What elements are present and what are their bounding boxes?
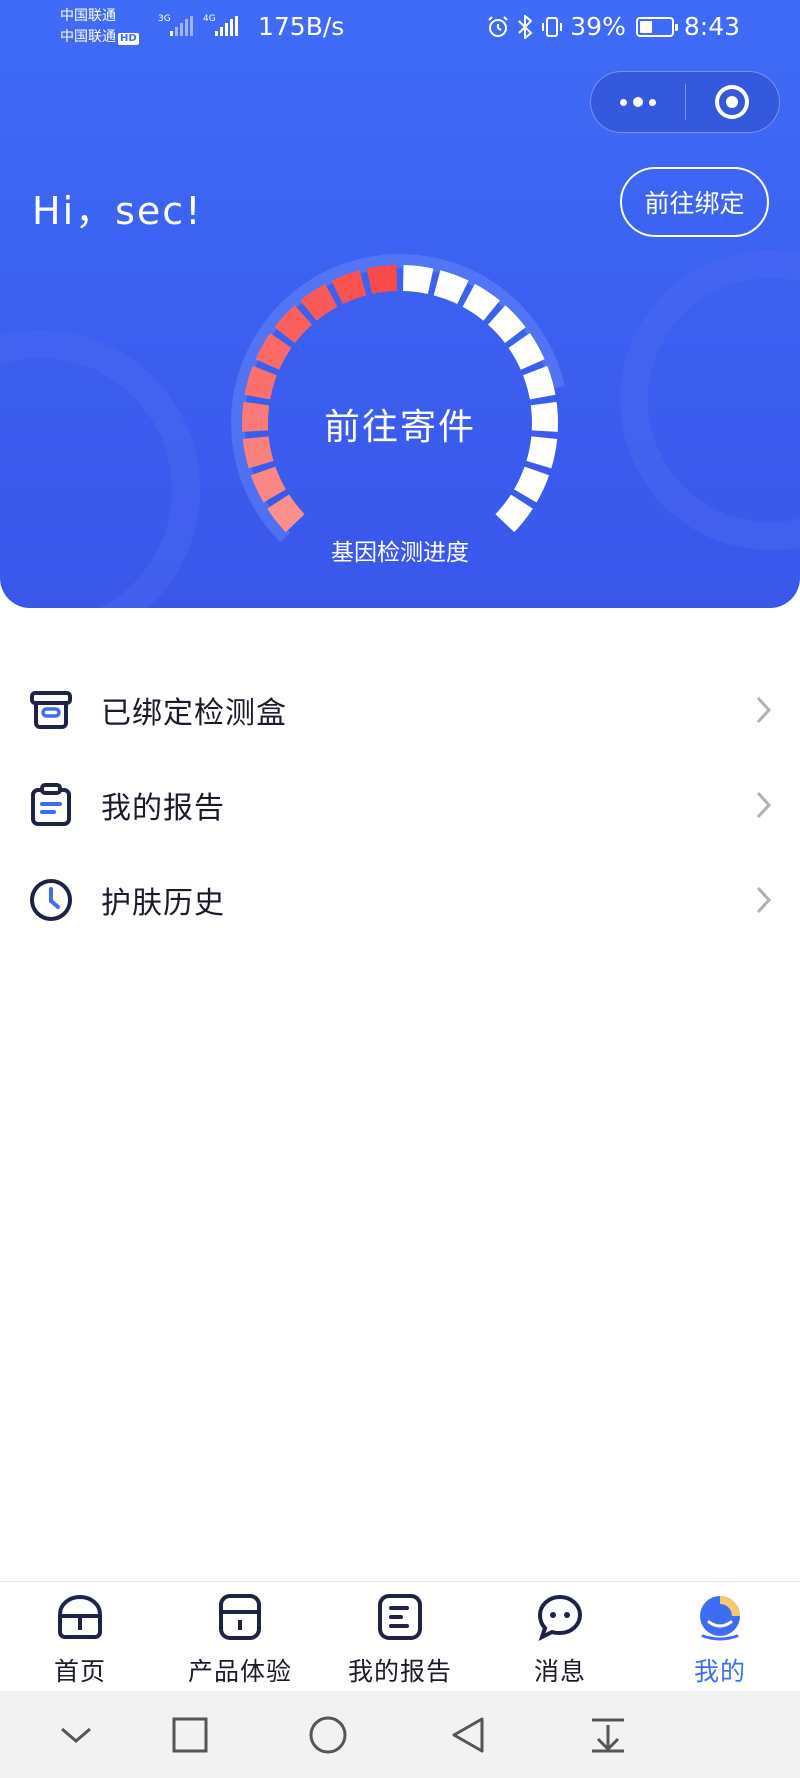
chevron-right-icon: [756, 696, 772, 724]
menu-item-my-report[interactable]: 我的报告: [0, 760, 800, 850]
home-icon: [58, 1595, 102, 1639]
product-icon: [219, 1594, 261, 1640]
tab-label: 消息: [533, 1657, 586, 1686]
menu-item-label: 已绑定检测盒: [101, 696, 287, 731]
report-icon: [378, 1594, 422, 1640]
gauge-segment-filled: [366, 265, 398, 294]
menu-item-skincare-history[interactable]: 护肤历史: [0, 855, 800, 945]
pull-down-icon[interactable]: [588, 1715, 628, 1755]
app-page: 中国联通 中国联通 HD 3G 4G 175B/s 39% 8:43 Hi，se…: [0, 0, 800, 1778]
header-banner: 中国联通 中国联通 HD 3G 4G 175B/s 39% 8:43 Hi，se…: [0, 0, 800, 608]
box-icon: [30, 691, 72, 729]
tab-label: 我的报告: [347, 1657, 452, 1686]
gauge-segment-empty: [495, 494, 533, 533]
gauge-segment-empty: [514, 466, 550, 503]
tab-report[interactable]: 我的报告: [320, 1582, 480, 1692]
bottom-tab-bar: 首页 产品体验 我的报告 消息 我的: [0, 1581, 800, 1691]
back-triangle-icon[interactable]: [448, 1715, 488, 1755]
tab-home[interactable]: 首页: [0, 1582, 160, 1692]
chevron-down-icon[interactable]: [56, 1715, 96, 1755]
tab-message[interactable]: 消息: [480, 1582, 640, 1692]
tab-label: 产品体验: [187, 1657, 292, 1686]
message-icon: [537, 1594, 583, 1641]
tab-label: 首页: [53, 1657, 106, 1686]
gauge-center-label[interactable]: 前往寄件: [250, 398, 550, 450]
home-circle-icon[interactable]: [308, 1715, 348, 1755]
recent-apps-icon[interactable]: [170, 1715, 210, 1755]
menu-item-label: 我的报告: [101, 791, 225, 826]
clock-icon: [30, 879, 72, 921]
tab-profile[interactable]: 我的: [640, 1582, 800, 1692]
gauge-segment-empty: [402, 265, 434, 294]
profile-icon: [700, 1596, 740, 1641]
chevron-right-icon: [756, 886, 772, 914]
chevron-right-icon: [756, 791, 772, 819]
gauge-sub-label: 基因检测进度: [331, 540, 469, 566]
progress-gauge[interactable]: [0, 0, 800, 608]
menu-item-label: 护肤历史: [101, 886, 225, 921]
tab-label: 我的: [693, 1657, 746, 1686]
menu-item-bound-box[interactable]: 已绑定检测盒: [0, 665, 800, 755]
system-nav-bar: [0, 1691, 800, 1778]
tab-product[interactable]: 产品体验: [160, 1582, 320, 1692]
clipboard-icon: [31, 783, 71, 826]
